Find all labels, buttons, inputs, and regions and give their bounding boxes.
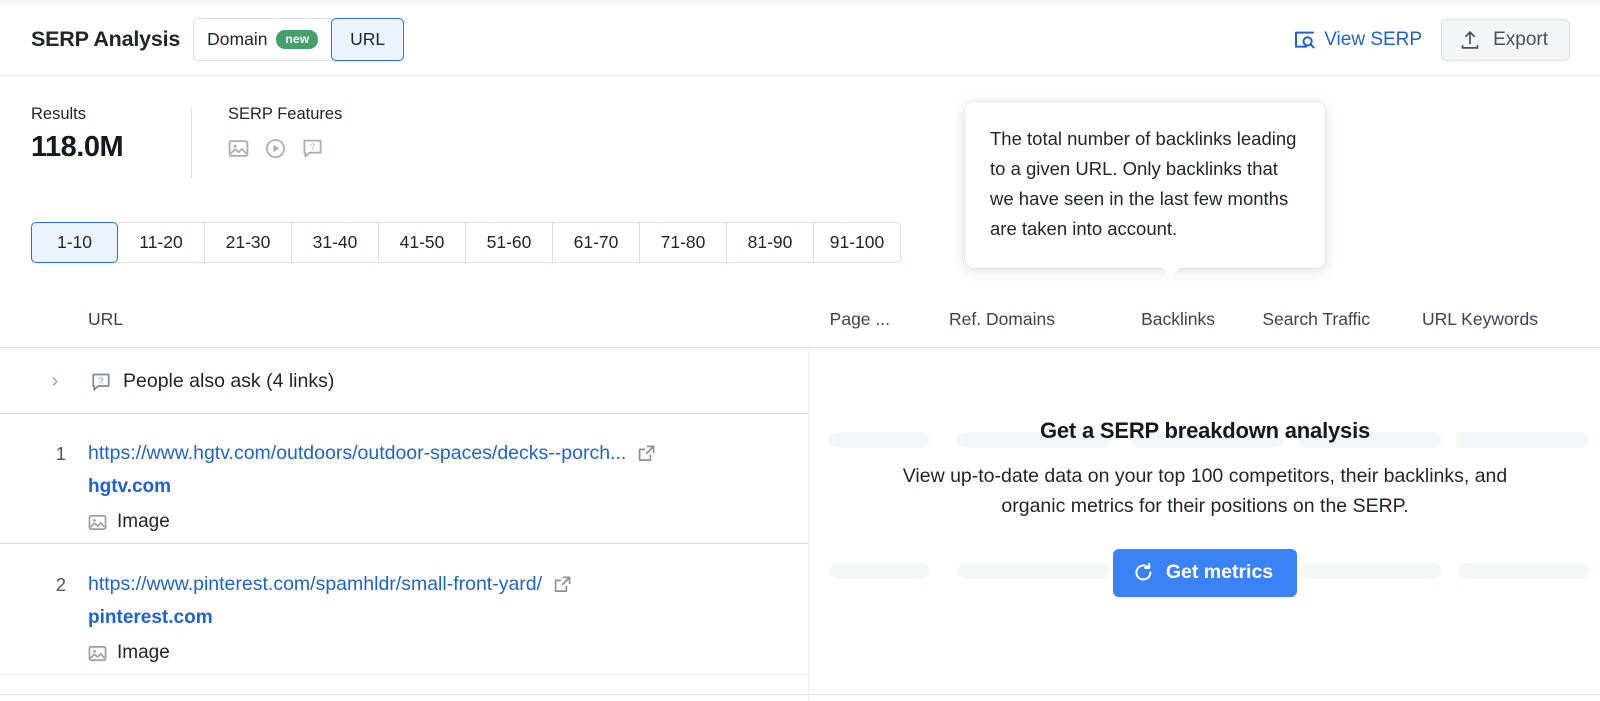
- row-separator: [0, 543, 808, 544]
- pagination-page-11-20[interactable]: 11-20: [118, 222, 205, 263]
- upsell-content: Get a SERP breakdown analysis View up-to…: [809, 348, 1600, 598]
- refresh-icon: [1133, 562, 1154, 583]
- toggle-url[interactable]: URL: [331, 18, 405, 61]
- column-header-search-traffic[interactable]: Search Traffic: [1220, 309, 1370, 330]
- header-bar: SERP Analysis Domain new URL View SERP E…: [0, 4, 1600, 76]
- bottom-divider: [0, 694, 1600, 695]
- column-header-page[interactable]: Page ...: [820, 309, 890, 330]
- pagination-page-91-100[interactable]: 91-100: [814, 222, 901, 263]
- svg-text:?: ?: [99, 375, 104, 385]
- export-button[interactable]: Export: [1441, 18, 1570, 61]
- paa-row-label-group: ? People also ask (4 links): [91, 370, 334, 393]
- image-icon: [88, 513, 107, 532]
- serp-search-icon: [1294, 29, 1315, 50]
- result-url-line: https://www.hgtv.com/outdoors/outdoor-sp…: [88, 442, 656, 465]
- people-also-ask-icon: ?: [91, 372, 111, 392]
- serp-features-icon-list: ?: [228, 138, 342, 159]
- results-value: 118.0M: [31, 130, 124, 163]
- export-label: Export: [1493, 28, 1548, 50]
- pagination-page-51-60[interactable]: 51-60: [466, 222, 553, 263]
- pagination-page-31-40[interactable]: 31-40: [292, 222, 379, 263]
- result-position: 1: [55, 443, 66, 464]
- pagination: 1-10 11-20 21-30 31-40 41-50 51-60 61-70…: [31, 222, 901, 263]
- stats-strip: Results 118.0M SERP Features ?: [31, 104, 342, 179]
- people-also-ask-icon[interactable]: ?: [302, 138, 323, 159]
- backlinks-tooltip-text: The total number of backlinks leading to…: [990, 128, 1297, 239]
- toggle-url-label: URL: [350, 29, 386, 49]
- table-header-row: URL Page ... Ref. Domains Backlinks Sear…: [0, 298, 1600, 348]
- get-metrics-label: Get metrics: [1165, 561, 1274, 584]
- view-serp-label: View SERP: [1324, 28, 1423, 50]
- pagination-page-41-50[interactable]: 41-50: [379, 222, 466, 263]
- external-link-icon[interactable]: [637, 444, 656, 463]
- header-left-group: SERP Analysis Domain new URL: [31, 18, 405, 61]
- result-domain-link[interactable]: pinterest.com: [88, 607, 213, 629]
- serp-features-label: SERP Features: [228, 105, 343, 123]
- pagination-page-1-10[interactable]: 1-10: [31, 222, 118, 263]
- upload-icon: [1459, 29, 1481, 51]
- svg-text:?: ?: [310, 142, 315, 152]
- upsell-description: View up-to-date data on your top 100 com…: [902, 465, 1508, 518]
- serp-features-stat: SERP Features ?: [228, 104, 342, 179]
- result-feature-label: Image: [117, 642, 170, 663]
- result-url-link[interactable]: https://www.pinterest.com/spamhldr/small…: [88, 573, 542, 596]
- tooltip-arrow: [1161, 266, 1181, 277]
- result-url-line: https://www.pinterest.com/spamhldr/small…: [88, 573, 572, 596]
- external-link-icon[interactable]: [553, 575, 572, 594]
- upsell-title: Get a SERP breakdown analysis: [1039, 418, 1371, 443]
- image-icon[interactable]: [228, 138, 249, 159]
- results-label: Results: [31, 105, 87, 123]
- serp-analysis-page: SERP Analysis Domain new URL View SERP E…: [0, 0, 1600, 701]
- paa-row-label: People also ask (4 links): [123, 370, 335, 392]
- pagination-page-61-70[interactable]: 61-70: [553, 222, 640, 263]
- backlinks-tooltip: The total number of backlinks leading to…: [965, 102, 1325, 277]
- pagination-page-71-80[interactable]: 71-80: [640, 222, 727, 263]
- result-feature-label: Image: [117, 511, 170, 532]
- result-feature-tag: Image: [88, 511, 170, 533]
- column-header-backlinks[interactable]: Backlinks: [1060, 309, 1215, 330]
- scope-toggle-group: Domain new URL: [193, 18, 405, 61]
- result-url-link[interactable]: https://www.hgtv.com/outdoors/outdoor-sp…: [88, 442, 626, 465]
- page-title: SERP Analysis: [31, 27, 181, 51]
- pagination-page-21-30[interactable]: 21-30: [205, 222, 292, 263]
- results-stat: Results 118.0M: [31, 104, 191, 179]
- view-serp-button[interactable]: View SERP: [1294, 29, 1422, 51]
- result-position: 2: [55, 574, 66, 595]
- chevron-right-icon[interactable]: ›: [44, 370, 66, 393]
- video-icon[interactable]: [265, 138, 286, 159]
- pagination-page-81-90[interactable]: 81-90: [727, 222, 814, 263]
- result-domain-link[interactable]: hgtv.com: [88, 476, 171, 498]
- header-right-group: View SERP Export: [1294, 18, 1570, 61]
- column-header-url[interactable]: URL: [88, 309, 123, 330]
- image-icon: [88, 644, 107, 663]
- toggle-domain-label: Domain: [207, 29, 268, 49]
- stats-divider: [191, 107, 192, 179]
- metrics-upsell-overlay: Get a SERP breakdown analysis View up-to…: [808, 348, 1600, 701]
- result-feature-tag: Image: [88, 642, 170, 664]
- column-header-ref-domains[interactable]: Ref. Domains: [890, 309, 1055, 330]
- new-badge: new: [276, 30, 319, 49]
- toggle-domain[interactable]: Domain new: [193, 18, 332, 61]
- get-metrics-button[interactable]: Get metrics: [1112, 549, 1298, 598]
- column-header-url-keywords[interactable]: URL Keywords: [1378, 309, 1538, 330]
